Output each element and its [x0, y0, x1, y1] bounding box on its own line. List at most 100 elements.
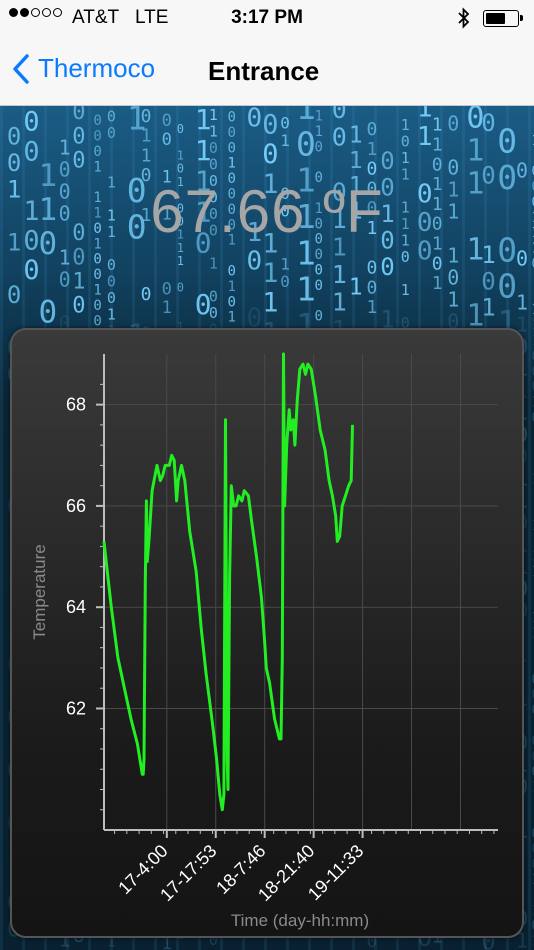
- y-axis-label: Temperature: [30, 544, 49, 639]
- binary-digit: 1: [349, 274, 363, 300]
- binary-digit: 1: [228, 156, 236, 172]
- temperature-chart-panel[interactable]: 62 64 66 68 17-4:00 17-17:53 18-7:46 18-21:40 19…: [10, 328, 524, 938]
- binary-digit: 1: [332, 260, 347, 289]
- binary-digit: 0: [296, 124, 316, 163]
- binary-digit: 0: [93, 267, 101, 283]
- binary-digit: 0: [447, 266, 459, 290]
- binary-digit: 0: [162, 130, 172, 150]
- binary-digit: 0: [380, 147, 394, 175]
- binary-digit: 1: [228, 310, 236, 326]
- binary-digit: 0: [107, 256, 116, 274]
- binary-digit: 1: [59, 246, 71, 270]
- binary-digit: 0: [177, 122, 184, 136]
- binary-digit: 0: [7, 281, 21, 309]
- battery-terminal: [520, 15, 523, 21]
- binary-digit: 1: [228, 279, 236, 295]
- binary-digit: 1: [72, 270, 85, 295]
- binary-digit: 0: [401, 248, 410, 266]
- binary-digit: 0: [107, 289, 116, 307]
- current-temperature-reading: 67.66 ºF: [150, 178, 384, 245]
- binary-digit: 0: [107, 108, 116, 126]
- binary-digit: 1: [280, 131, 290, 150]
- page-title: Entrance: [208, 56, 320, 86]
- binary-digit: 1: [59, 136, 71, 160]
- binary-digit: 0: [280, 114, 290, 133]
- y-tick-label: 66: [66, 496, 86, 516]
- binary-digit: 0: [315, 247, 323, 263]
- binary-digit: 0: [23, 107, 39, 138]
- binary-digit: 0: [332, 122, 347, 151]
- binary-digit: 1: [177, 149, 184, 163]
- binary-digit: 0: [72, 124, 85, 149]
- binary-digit: 0: [162, 280, 172, 300]
- binary-digit: 0: [367, 119, 378, 140]
- binary-digit: 1: [280, 254, 290, 273]
- binary-digit: 0: [209, 155, 218, 173]
- binary-digit: 1: [401, 281, 410, 299]
- binary-digit: 1: [432, 273, 443, 294]
- binary-digit: 0: [228, 294, 236, 310]
- y-tick-label: 64: [66, 597, 86, 617]
- binary-digit: 0: [228, 140, 236, 156]
- binary-digit: 0: [447, 156, 459, 180]
- binary-digit: 0: [72, 106, 85, 125]
- binary-digit: 0: [481, 109, 495, 137]
- binary-digit: 1: [332, 287, 347, 316]
- binary-digit: 0: [72, 149, 85, 174]
- binary-digit: 0: [516, 246, 528, 270]
- binary-digit: 1: [262, 288, 278, 319]
- binary-digit: 1: [209, 106, 218, 124]
- binary-digit: 1: [315, 109, 323, 125]
- binary-digit: 0: [209, 139, 218, 157]
- back-button[interactable]: Thermoco: [12, 53, 155, 84]
- binary-digit: 0: [247, 106, 263, 134]
- binary-digit: 0: [247, 247, 263, 277]
- binary-digit: 1: [516, 290, 528, 314]
- binary-digit: 1: [93, 159, 101, 175]
- binary-digit: 0: [332, 106, 347, 124]
- y-tick-label: 62: [66, 698, 86, 718]
- binary-digit: 0: [93, 144, 101, 160]
- binary-digit: 0: [7, 149, 21, 177]
- binary-digit: 0: [380, 253, 394, 281]
- binary-digit: 0: [447, 112, 459, 136]
- battery-icon: [483, 10, 523, 27]
- binary-digit: 1: [432, 135, 443, 156]
- binary-digit: 1: [296, 270, 316, 309]
- binary-digit: 0: [93, 313, 101, 329]
- binary-digit: 1: [209, 122, 218, 140]
- binary-digit: 0: [315, 278, 323, 294]
- binary-digit: 1: [367, 297, 378, 318]
- chevron-left-icon: [13, 53, 29, 84]
- temperature-series-line: [102, 352, 354, 812]
- binary-digit: 0: [228, 264, 236, 280]
- chart-grid: [104, 354, 498, 830]
- binary-digit: 1: [401, 116, 410, 134]
- binary-digit: 0: [209, 304, 218, 322]
- temperature-chart: 6264666817-4:0017-17:5318-7:4618-21:4019…: [30, 352, 498, 930]
- clock: 3:17 PM: [231, 7, 303, 28]
- binary-digit: 1: [417, 122, 433, 152]
- binary-digit: 0: [209, 287, 218, 305]
- binary-digit: 0: [228, 110, 236, 126]
- binary-digit: 1: [93, 283, 101, 299]
- binary-digit: 0: [93, 298, 101, 314]
- binary-digit: 0: [315, 263, 323, 279]
- binary-digit: 1: [349, 148, 363, 174]
- navigation-bar: Thermoco Entrance: [0, 36, 534, 106]
- binary-digit: 0: [162, 111, 172, 131]
- binary-digit: 1: [432, 115, 443, 136]
- binary-digit: 0: [262, 110, 278, 141]
- binary-digit: 0: [432, 253, 443, 274]
- binary-digit: 0: [481, 267, 495, 295]
- binary-digit: 1: [162, 298, 172, 318]
- binary-digit: 0: [228, 125, 236, 141]
- binary-digit: 0: [59, 268, 71, 292]
- binary-digit: 0: [23, 136, 39, 167]
- binary-digit: 0: [401, 133, 410, 151]
- binary-digit: 1: [177, 254, 184, 268]
- binary-digit: 1: [209, 254, 218, 272]
- binary-digit: 0: [72, 245, 85, 270]
- binary-digit: 0: [141, 106, 152, 127]
- binary-digit: 0: [39, 294, 58, 330]
